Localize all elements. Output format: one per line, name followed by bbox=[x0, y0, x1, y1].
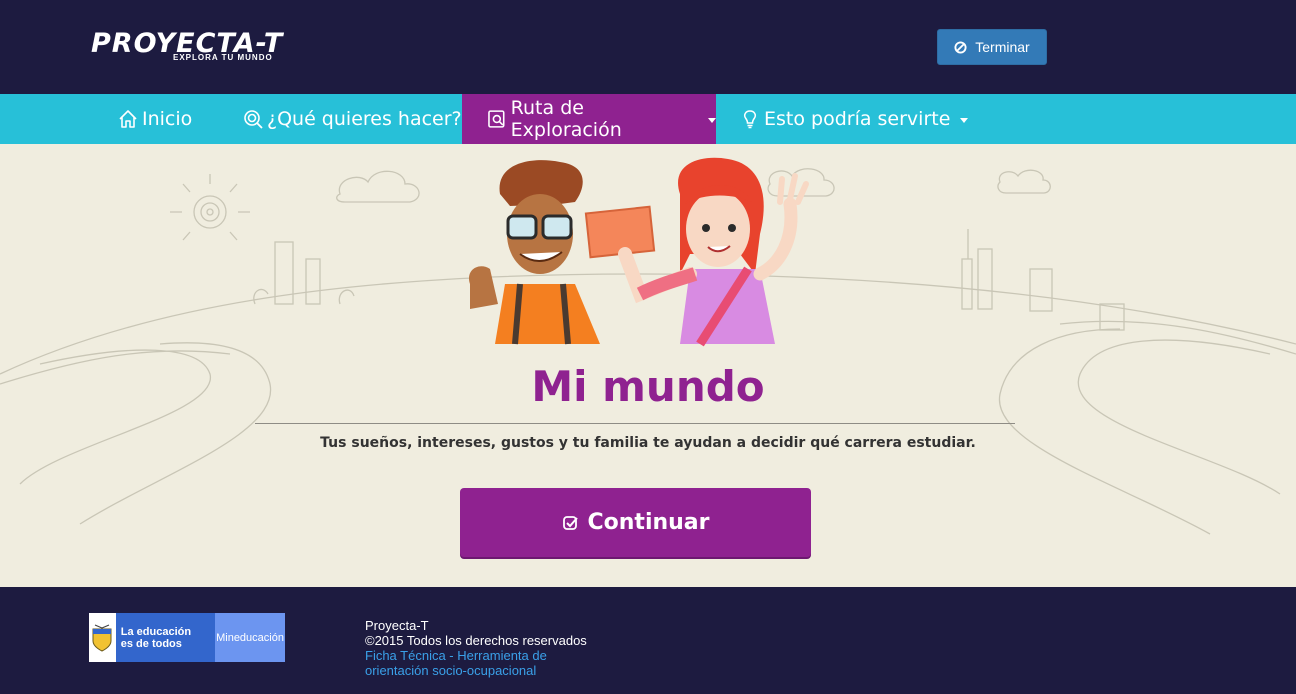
logo-tagline: EXPLORA TU MUNDO bbox=[173, 53, 273, 62]
mineducacion-logo[interactable]: La educación es de todos Mineducación bbox=[89, 613, 285, 662]
page-subtitle: Tus sueños, intereses, gustos y tu famil… bbox=[320, 435, 976, 451]
chevron-down-icon bbox=[960, 118, 969, 123]
nav-item-label: Esto podría servirte bbox=[764, 108, 951, 130]
main-nav: Inicio ¿Qué quieres hacer? Ruta de Explo… bbox=[0, 94, 1296, 144]
terminar-button[interactable]: Terminar bbox=[937, 29, 1047, 65]
nav-item-esto-podria-servirte[interactable]: Esto podría servirte bbox=[740, 94, 969, 144]
characters-illustration bbox=[469, 157, 809, 347]
proyecta-t-logo[interactable]: PROYECTA-T EXPLORA TU MUNDO bbox=[91, 27, 317, 67]
colombia-shield-icon bbox=[89, 613, 116, 662]
chevron-down-icon bbox=[708, 118, 716, 123]
lightbulb-icon bbox=[743, 110, 757, 129]
nav-item-label: Ruta de Exploración bbox=[510, 97, 622, 141]
continuar-label: Continuar bbox=[587, 510, 710, 535]
target-icon bbox=[244, 110, 263, 129]
nav-item-ruta-de-exploracion[interactable]: Ruta de Exploración bbox=[462, 94, 716, 144]
continuar-button[interactable]: Continuar bbox=[460, 488, 811, 557]
ficha-tecnica-link[interactable]: Ficha Técnica - Herramienta de orientaci… bbox=[365, 648, 587, 678]
title-divider bbox=[255, 423, 1015, 424]
footer-copyright: ©2015 Todos los derechos reservados bbox=[365, 633, 587, 648]
nav-item-label: Inicio bbox=[142, 108, 193, 130]
footer: La educación es de todos Mineducación Pr… bbox=[0, 587, 1296, 694]
search-icon bbox=[488, 110, 505, 128]
ban-icon bbox=[954, 40, 967, 54]
terminar-label: Terminar bbox=[975, 39, 1030, 55]
gov-line2: es de todos bbox=[120, 637, 182, 650]
nav-item-label: ¿Qué quieres hacer? bbox=[267, 108, 462, 130]
nav-item-que-quieres-hacer[interactable]: ¿Qué quieres hacer? bbox=[243, 94, 462, 144]
page-title: Mi mundo bbox=[531, 362, 765, 411]
footer-info: Proyecta-T ©2015 Todos los derechos rese… bbox=[365, 618, 587, 678]
header: PROYECTA-T EXPLORA TU MUNDO Terminar bbox=[0, 0, 1296, 94]
footer-brand: Proyecta-T bbox=[365, 618, 429, 633]
check-square-icon bbox=[562, 515, 578, 530]
gov-ministry: Mineducación bbox=[215, 613, 285, 662]
hero-section: Mi mundo Tus sueños, intereses, gustos y… bbox=[0, 144, 1296, 587]
gov-slogan: La educación es de todos bbox=[115, 613, 216, 662]
nav-item-inicio[interactable]: Inicio bbox=[118, 94, 192, 144]
home-icon bbox=[119, 110, 137, 128]
gov-line1: La educación bbox=[120, 625, 192, 638]
link-line2: orientación socio-ocupacional bbox=[365, 663, 537, 678]
link-line1: Ficha Técnica - Herramienta de bbox=[365, 648, 547, 663]
